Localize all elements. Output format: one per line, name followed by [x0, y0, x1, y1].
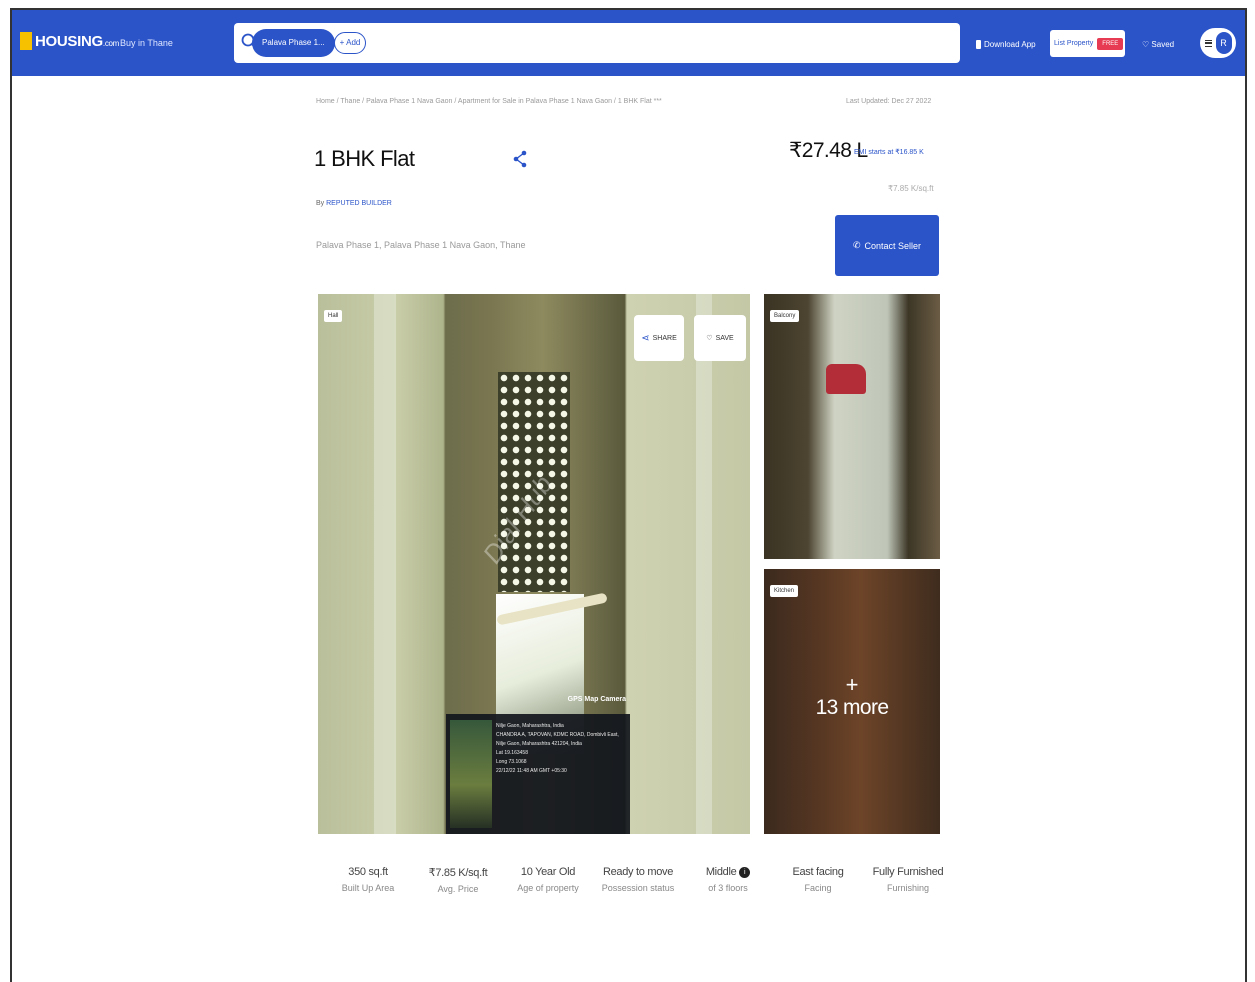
more-photos-overlay[interactable]: + 13 more — [764, 674, 940, 720]
gps-line: Nilje Gaon, Maharashtra 421204, India — [496, 741, 582, 747]
gallery-share-button[interactable]: ⋖ SHARE — [634, 315, 684, 361]
search-location-chip[interactable]: Palava Phase 1... — [252, 29, 335, 57]
property-stats: 350 sq.ft Built Up Area ₹7.85 K/sq.ft Av… — [328, 866, 948, 895]
save-label: SAVE — [715, 334, 734, 342]
builder-link[interactable]: REPUTED BUILDER — [326, 200, 392, 207]
photo-stripe — [696, 294, 712, 834]
listing-title: 1 BHK Flat — [314, 146, 415, 171]
browser-frame: HOUSING.com Buy in Thane Palava Phase 1.… — [10, 8, 1247, 982]
last-updated: Last Updated: Dec 27 2022 — [846, 98, 932, 105]
download-icon — [976, 40, 981, 49]
stat-avg-price: ₹7.85 K/sq.ft Avg. Price — [418, 866, 498, 895]
stat-label: Avg. Price — [437, 884, 479, 894]
gps-map-thumbnail — [450, 720, 492, 828]
search-bar[interactable]: Palava Phase 1... + Add — [234, 23, 960, 63]
main-photo[interactable]: Dial Hub Hall ⋖ SHARE ♡ SAVE GPS Map Cam… — [318, 294, 750, 834]
balcony-photo[interactable]: Balcony — [764, 294, 940, 559]
stat-value: ₹7.85 K/sq.ft — [428, 867, 488, 879]
by-prefix: By — [316, 200, 325, 207]
contact-seller-label: Contact Seller — [864, 240, 922, 251]
phone-icon: ✆ — [852, 240, 861, 250]
stat-furnishing: Fully Furnished Furnishing — [868, 866, 948, 895]
gps-line: Nilje Gaon, Maharashtra, India — [496, 723, 564, 729]
gps-line: Lat 19.163458 — [496, 750, 528, 756]
stat-label: Built Up Area — [341, 883, 395, 893]
price-per-sqft: ₹7.85 K/sq.ft — [888, 184, 934, 193]
avatar: R — [1215, 32, 1232, 54]
menu-icon — [1204, 39, 1212, 47]
top-navigation-bar: HOUSING.com Buy in Thane Palava Phase 1.… — [12, 10, 1245, 76]
profile-menu[interactable]: R — [1200, 28, 1236, 58]
stat-value: 10 Year Old — [520, 866, 576, 878]
list-property-label: List Property — [1054, 40, 1094, 47]
car-in-photo — [826, 364, 866, 394]
download-app-label: Download App — [984, 40, 1036, 49]
stat-possession: Ready to move Possession status — [598, 866, 678, 895]
stat-label: Furnishing — [886, 883, 930, 893]
housing-logo[interactable]: HOUSING.com — [20, 32, 119, 50]
share-icon[interactable] — [512, 150, 528, 173]
gallery-save-button[interactable]: ♡ SAVE — [694, 315, 746, 361]
photo-gallery: Dial Hub Hall ⋖ SHARE ♡ SAVE GPS Map Cam… — [318, 294, 940, 834]
stat-floor-value: Middle i — [688, 866, 768, 878]
stat-label: of 3 floors — [708, 883, 748, 893]
heart-icon: ♡ — [1142, 40, 1150, 49]
logo-mark-icon — [20, 32, 32, 50]
builder-line: By REPUTED BUILDER — [316, 200, 392, 207]
gps-line: Long 73.1068 — [496, 759, 527, 765]
download-app-link[interactable]: Download App — [976, 40, 1036, 49]
free-badge: FREE — [1097, 37, 1124, 50]
plus-icon: + — [845, 672, 859, 697]
more-photos-count: 13 more — [815, 696, 889, 719]
stat-facing: East facing Facing — [778, 866, 858, 895]
photo-stripe — [374, 294, 396, 834]
saved-link[interactable]: ♡ Saved — [1142, 40, 1174, 49]
share-icon: ⋖ — [641, 332, 650, 344]
gps-line: 22/12/22 11:48 AM GMT +05:30 — [496, 768, 567, 774]
gps-stamp: GPS Map Camera Nilje Gaon, Maharashtra, … — [446, 696, 630, 834]
stat-label: Facing — [804, 883, 832, 893]
gps-line: CHANDRA A, TAPOVAN, KDMC ROAD, Dombivli … — [496, 732, 619, 738]
emi-link[interactable]: EMI starts at ₹16.85 K — [854, 148, 924, 156]
kitchen-photo[interactable]: Kitchen + 13 more — [764, 569, 940, 834]
stat-built-up-area: 350 sq.ft Built Up Area — [328, 866, 408, 895]
stat-age: 10 Year Old Age of property — [508, 866, 588, 895]
stat-value: Middle — [705, 866, 737, 878]
stat-value: 350 sq.ft — [348, 866, 388, 878]
stat-value: Ready to move — [602, 866, 674, 878]
gps-title: GPS Map Camera — [567, 696, 626, 703]
logo-text: HOUSING — [35, 32, 103, 50]
city-selector[interactable]: Buy in Thane — [120, 38, 173, 48]
saved-label: Saved — [1151, 40, 1175, 49]
gps-details: Nilje Gaon, Maharashtra, India CHANDRA A… — [496, 722, 624, 776]
photo-category-badge: Kitchen — [770, 585, 799, 597]
share-glyph-icon — [513, 150, 527, 168]
breadcrumb[interactable]: Home / Thane / Palava Phase 1 Nava Gaon … — [316, 98, 662, 105]
stat-value: Fully Furnished — [872, 866, 944, 878]
photo-category-badge: Balcony — [770, 310, 800, 322]
contact-seller-button[interactable]: ✆ Contact Seller — [835, 215, 939, 276]
stat-value: East facing — [792, 866, 844, 878]
stat-label: Possession status — [601, 883, 675, 893]
logo-suffix: .com — [102, 38, 120, 48]
add-location-button[interactable]: + Add — [334, 32, 366, 54]
stat-label: Age of property — [517, 883, 579, 893]
stat-floor: Middle i of 3 floors — [688, 866, 768, 895]
info-icon[interactable]: i — [739, 866, 751, 878]
heart-icon: ♡ — [706, 335, 713, 342]
list-property-button[interactable]: List Property FREE — [1050, 30, 1125, 57]
locality: Palava Phase 1, Palava Phase 1 Nava Gaon… — [316, 240, 526, 250]
photo-category-badge: Hall — [324, 310, 343, 322]
share-label: SHARE — [652, 334, 677, 342]
